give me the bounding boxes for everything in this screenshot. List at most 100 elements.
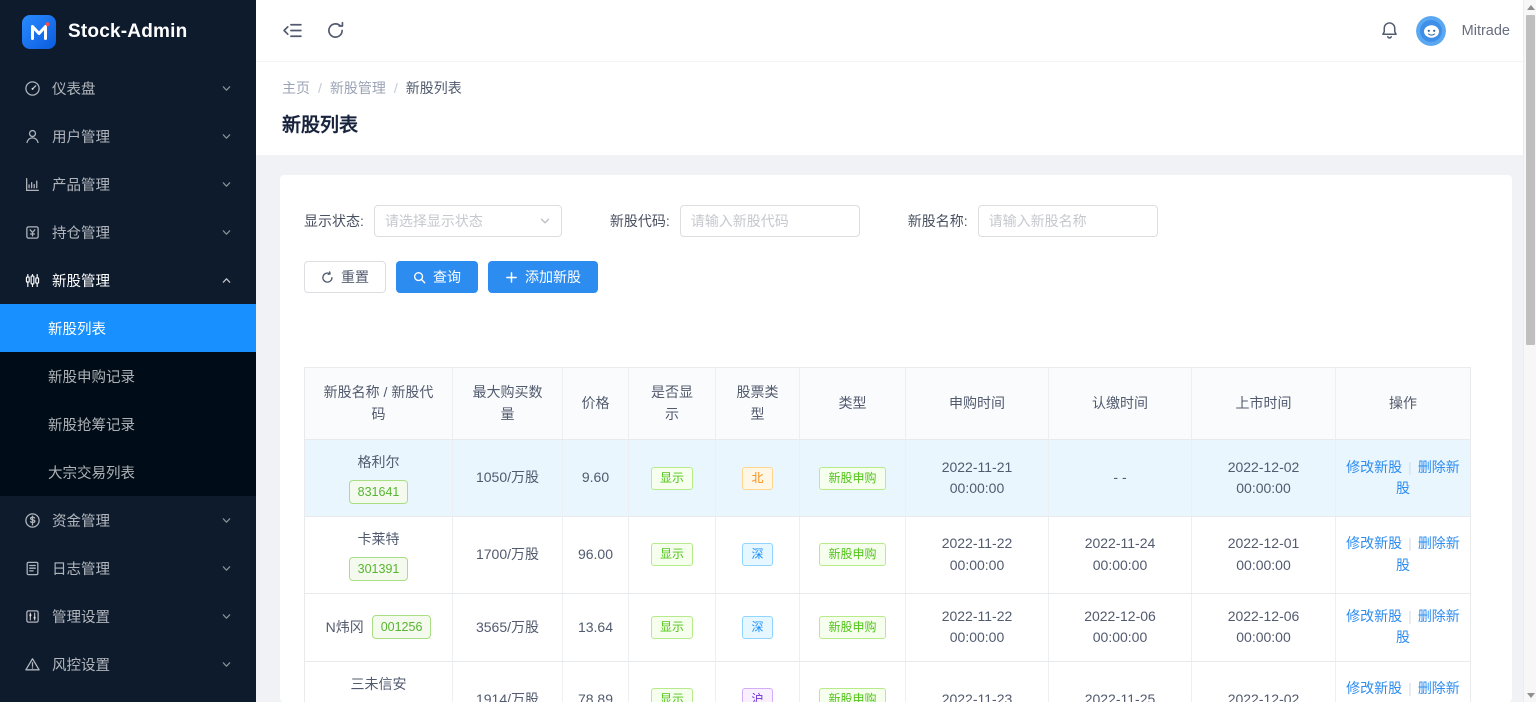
max-buy-cell: 3565/万股 [453, 593, 563, 661]
app-brand: Stock-Admin [0, 0, 256, 64]
column-header: 价格 [563, 368, 629, 440]
sidebar-item-new-stock-list[interactable]: 新股列表 [0, 304, 256, 352]
chevron-down-icon [221, 659, 232, 670]
actions-cell: 修改新股|删除新股 [1336, 440, 1471, 517]
top-bar-right: Mitrade [1379, 16, 1510, 46]
edit-stock-link[interactable]: 修改新股 [1346, 459, 1402, 475]
chevron-up-icon [221, 275, 232, 286]
product-chart-icon [24, 176, 41, 193]
warning-triangle-icon [24, 656, 41, 673]
reset-button[interactable]: 重置 [304, 261, 386, 293]
user-icon [24, 128, 41, 145]
display-status-select[interactable]: 请选择显示状态 [374, 205, 562, 237]
stock-market-tag: 北 [742, 467, 772, 490]
type-tag: 新股申购 [819, 543, 885, 566]
stock-name: 三未信安 [351, 674, 407, 696]
menu-fold-icon[interactable] [282, 20, 303, 41]
stock-market-tag: 深 [742, 616, 772, 639]
price-cell: 96.00 [563, 517, 629, 594]
stock-name: 卡莱特 [358, 529, 400, 551]
breadcrumb-current: 新股列表 [406, 78, 462, 98]
stock-name-label: 新股名称: [908, 211, 968, 231]
position-icon [24, 224, 41, 241]
max-buy-cell: 1914/万股 [453, 662, 563, 702]
max-buy-cell: 1700/万股 [453, 517, 563, 594]
price-cell: 78.89 [563, 662, 629, 702]
listing-time-cell: 2022-12-01 00:00:00 [1192, 517, 1336, 594]
delete-stock-link[interactable]: 删除新股 [1396, 608, 1460, 646]
sidebar-item-admin-settings[interactable]: 管理设置 [0, 592, 256, 640]
delete-stock-link[interactable]: 删除新股 [1396, 459, 1460, 497]
stock-market-tag: 深 [742, 543, 772, 566]
display-status-tag: 显示 [651, 467, 693, 490]
list-card: 显示状态: 请选择显示状态 新股代码: 新股名称: [280, 175, 1512, 702]
stock-code-input[interactable] [680, 205, 860, 237]
stock-code-badge: 831641 [349, 480, 409, 504]
new-stock-table: 新股名称 / 新股代码最大购买数量价格是否显示股票类型类型申购时间认缴时间上市时… [304, 367, 1471, 702]
user-name[interactable]: Mitrade [1462, 23, 1510, 39]
scrollbar-up-arrow[interactable] [1524, 0, 1536, 14]
stock-name: 格利尔 [358, 452, 400, 474]
column-header: 操作 [1336, 368, 1471, 440]
display-status-tag: 显示 [651, 543, 693, 566]
stock-name-input[interactable] [978, 205, 1158, 237]
scrollbar-thumb[interactable] [1526, 15, 1535, 345]
stock-market-tag: 沪 [742, 688, 772, 702]
sidebar-item-user-management[interactable]: 用户管理 [0, 112, 256, 160]
sidebar-item-block-trade-list[interactable]: 大宗交易列表 [0, 448, 256, 496]
type-tag: 新股申购 [819, 688, 885, 702]
listing-time-cell: 2022-12-02 00:00:00 [1192, 440, 1336, 517]
sidebar-item-new-stock-management[interactable]: 新股管理 [0, 256, 256, 304]
search-button[interactable]: 查询 [396, 261, 478, 293]
content-area: 显示状态: 请选择显示状态 新股代码: 新股名称: [256, 155, 1536, 702]
display-status-tag: 显示 [651, 616, 693, 639]
sliders-icon [24, 608, 41, 625]
actions-cell: 修改新股|删除新股 [1336, 517, 1471, 594]
sidebar-item-risk-settings[interactable]: 风控设置 [0, 640, 256, 688]
listing-time-cell: 2022-12-06 00:00:00 [1192, 593, 1336, 661]
table-row: 格利尔 831641 1050/万股 9.60 显示 北 新股申购 2022-1… [305, 440, 1471, 517]
display-status-placeholder: 请选择显示状态 [385, 211, 539, 231]
price-cell: 9.60 [563, 440, 629, 517]
chevron-down-icon [221, 227, 232, 238]
sidebar-item-product-management[interactable]: 产品管理 [0, 160, 256, 208]
scrollbar[interactable] [1523, 0, 1536, 702]
table-row: N炜冈 001256 3565/万股 13.64 显示 深 新股申购 2022-… [305, 593, 1471, 661]
sidebar-item-funds-management[interactable]: 资金管理 [0, 496, 256, 544]
sidebar-item-dashboard[interactable]: 仪表盘 [0, 64, 256, 112]
chevron-down-icon [221, 515, 232, 526]
stock-code-filter: 新股代码: [610, 205, 860, 237]
sidebar-item-new-stock-subscription-records[interactable]: 新股申购记录 [0, 352, 256, 400]
edit-stock-link[interactable]: 修改新股 [1346, 608, 1402, 624]
sidebar-item-log-management[interactable]: 日志管理 [0, 544, 256, 592]
refresh-icon[interactable] [325, 20, 346, 41]
edit-stock-link[interactable]: 修改新股 [1346, 535, 1402, 551]
stock-name-cell: 格利尔 831641 [313, 452, 444, 504]
edit-stock-link[interactable]: 修改新股 [1346, 680, 1402, 696]
sidebar-submenu: 新股列表新股申购记录新股抢筹记录大宗交易列表 [0, 304, 256, 496]
column-header: 申购时间 [906, 368, 1049, 440]
payment-time-cell: - - [1049, 440, 1192, 517]
delete-stock-link[interactable]: 删除新股 [1396, 535, 1460, 573]
column-header: 认缴时间 [1049, 368, 1192, 440]
actions-cell: 修改新股|删除新股 [1336, 662, 1471, 702]
sidebar-item-new-stock-grab-records[interactable]: 新股抢筹记录 [0, 400, 256, 448]
user-avatar[interactable] [1416, 16, 1446, 46]
main-area: Mitrade 主页 / 新股管理 / 新股列表 新股列表 显示状态: [256, 0, 1536, 702]
scrollbar-down-arrow[interactable] [1524, 688, 1536, 702]
breadcrumb-new-stock-management[interactable]: 新股管理 [330, 78, 386, 98]
type-tag: 新股申购 [819, 616, 885, 639]
bell-icon[interactable] [1379, 20, 1400, 41]
sidebar: Stock-Admin 仪表盘 用户管理 产品管理 持仓管理 新股管理 新股列表… [0, 0, 256, 702]
delete-stock-link[interactable]: 删除新股 [1396, 680, 1460, 702]
dashboard-icon [24, 80, 41, 97]
stock-name-cell: N炜冈 001256 [313, 615, 444, 639]
top-bar: Mitrade [256, 0, 1536, 62]
add-stock-button[interactable]: 添加新股 [488, 261, 598, 293]
sidebar-item-position-management[interactable]: 持仓管理 [0, 208, 256, 256]
display-status-label: 显示状态: [304, 211, 364, 231]
table-header-row: 新股名称 / 新股代码最大购买数量价格是否显示股票类型类型申购时间认缴时间上市时… [305, 368, 1471, 440]
chevron-down-icon [221, 83, 232, 94]
breadcrumb-home[interactable]: 主页 [282, 78, 310, 98]
price-cell: 13.64 [563, 593, 629, 661]
